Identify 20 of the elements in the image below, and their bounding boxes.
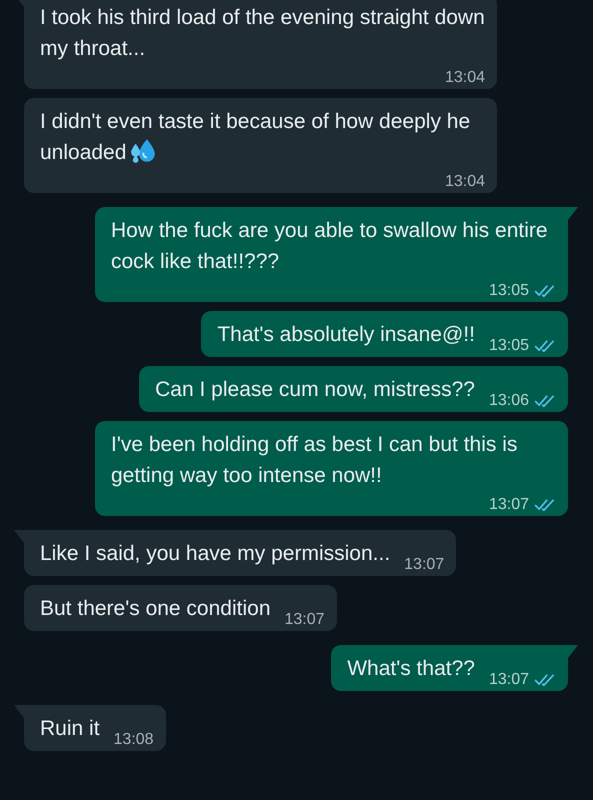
message-text: Ruin it [40,716,100,742]
message-text: What's that?? [347,656,475,682]
message-text: I took his third load of the evening straight down my throat... [40,5,485,62]
message-text: That's absolutely insane@!! [217,322,475,348]
message-time: 13:07 [488,496,529,514]
message-time: 13:05 [488,282,529,300]
message-text: But there's one condition [40,596,270,622]
message-time: 13:06 [488,392,529,410]
message-time: 13:08 [114,731,154,749]
message-time: 13:07 [284,611,325,629]
message-time: 13:07 [488,671,529,689]
message-time: 13:05 [488,337,529,355]
message-text: I've been holding off as best I can but this is getting way too intense now!! [111,432,518,489]
message-time: 13:04 [444,173,485,191]
message-text: Like I said, you have my permission... [40,541,390,567]
message-text: I didn't even taste it because of how deeply he unloaded [40,109,472,166]
message-text: How the fuck are you able to swallow his entire cock like that!!??? [111,218,549,275]
message-time: 13:04 [444,69,485,87]
message-text: Can I please cum now, mistress?? [155,377,475,403]
message-time: 13:07 [404,556,444,574]
